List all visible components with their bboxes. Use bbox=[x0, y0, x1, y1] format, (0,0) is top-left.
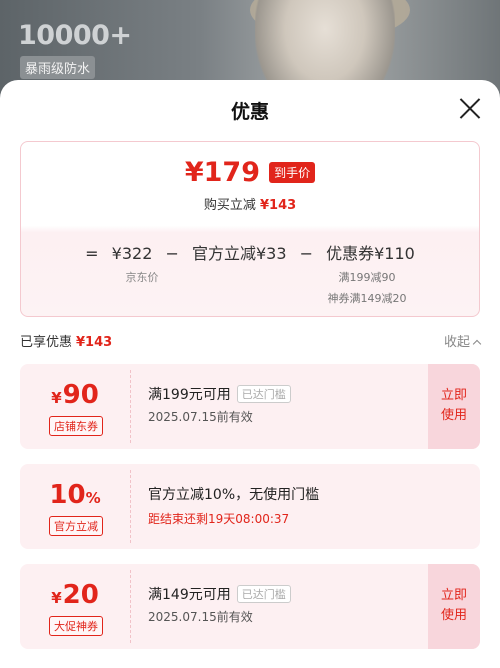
final-price: ¥179 bbox=[184, 157, 261, 188]
threshold-tag: 已达门槛 bbox=[236, 385, 291, 403]
coupon-divider bbox=[130, 570, 131, 643]
enjoyed-amount: ¥143 bbox=[76, 335, 113, 350]
coupon-amount: ¥20 bbox=[51, 580, 99, 610]
coupon-condition: 满149元可用 已达门槛 bbox=[148, 584, 291, 604]
coupon-type: 大促神券 bbox=[49, 616, 103, 636]
banner-tag: 暴雨级防水 bbox=[20, 56, 96, 79]
close-icon[interactable] bbox=[458, 96, 482, 120]
coupon-type: 店铺东券 bbox=[49, 416, 103, 436]
buy-discount-amount: ¥143 bbox=[259, 198, 297, 213]
threshold-tag: 已达门槛 bbox=[236, 585, 291, 603]
coupon-value: ¥90 店铺东券 bbox=[20, 364, 130, 449]
coupon-value: ¥20 大促神券 bbox=[20, 564, 130, 649]
formula-minus: − bbox=[299, 244, 314, 263]
coupon-amount: 10% bbox=[49, 480, 101, 510]
price-summary-card: ¥179 到手价 购买立减 ¥143 = ¥322 − 官方立减¥33 − 优惠… bbox=[20, 141, 480, 317]
official-discount: 官方立减¥33 bbox=[191, 244, 287, 263]
collapse-label: 收起 bbox=[443, 335, 470, 350]
buy-discount-label: 购买立减 bbox=[203, 198, 256, 213]
chevron-up-icon bbox=[472, 339, 482, 349]
coupon-detail-1: 满199减90 bbox=[338, 271, 396, 284]
enjoyed-label: 已享优惠 bbox=[20, 335, 73, 350]
discount-sheet: 优惠 ¥179 到手价 购买立减 ¥143 = ¥322 − 官方立减¥33 −… bbox=[0, 80, 500, 668]
use-now-button[interactable]: 立即使用 bbox=[428, 564, 480, 649]
jd-price: ¥322 bbox=[111, 244, 153, 263]
final-price-badge: 到手价 bbox=[269, 162, 316, 183]
buy-discount-row: 购买立减 ¥143 bbox=[21, 194, 479, 213]
final-price-row: ¥179 到手价 bbox=[21, 157, 479, 188]
coupon-type: 官方立减 bbox=[49, 516, 103, 536]
enjoyed-discount: 已享优惠 ¥143 bbox=[20, 331, 112, 350]
coupon-countdown: 距结束还剩19天08:00:37 bbox=[148, 512, 290, 526]
coupon-card: ¥20 大促神券 满149元可用已达门槛 2025.07.15前有效 已享 立即… bbox=[20, 564, 480, 649]
coupon-discount: 优惠券¥110 bbox=[326, 244, 415, 263]
coupon-condition: 满199元可用 已达门槛 bbox=[148, 384, 291, 404]
collapse-button[interactable]: 收起 bbox=[443, 331, 482, 350]
sheet-title: 优惠 bbox=[230, 101, 269, 123]
coupon-detail-2: 神券满149减20 bbox=[327, 292, 407, 305]
coupon-divider bbox=[130, 370, 131, 443]
jd-price-label: 京东价 bbox=[125, 271, 159, 284]
formula-equals: = bbox=[85, 244, 99, 263]
formula-minus: − bbox=[165, 244, 179, 263]
coupon-condition: 官方立减10%，无使用门槛 bbox=[148, 487, 320, 503]
coupon-card: 10% 官方立减 官方立减10%，无使用门槛 距结束还剩19天08:00:37 bbox=[20, 464, 480, 549]
coupon-validity: 2025.07.15前有效 bbox=[148, 410, 253, 424]
coupon-validity: 2025.07.15前有效 bbox=[148, 610, 253, 624]
banner-headline: 10000+ bbox=[18, 20, 132, 51]
coupon-divider bbox=[130, 470, 131, 543]
price-formula: = ¥322 − 官方立减¥33 − 优惠券¥110 bbox=[21, 240, 479, 264]
coupon-amount: ¥90 bbox=[51, 380, 99, 410]
use-now-button[interactable]: 立即使用 bbox=[428, 364, 480, 449]
coupon-card: ¥90 店铺东券 满199元可用已达门槛 2025.07.15前有效 已享 立即… bbox=[20, 364, 480, 449]
coupon-value: 10% 官方立减 bbox=[20, 464, 130, 549]
